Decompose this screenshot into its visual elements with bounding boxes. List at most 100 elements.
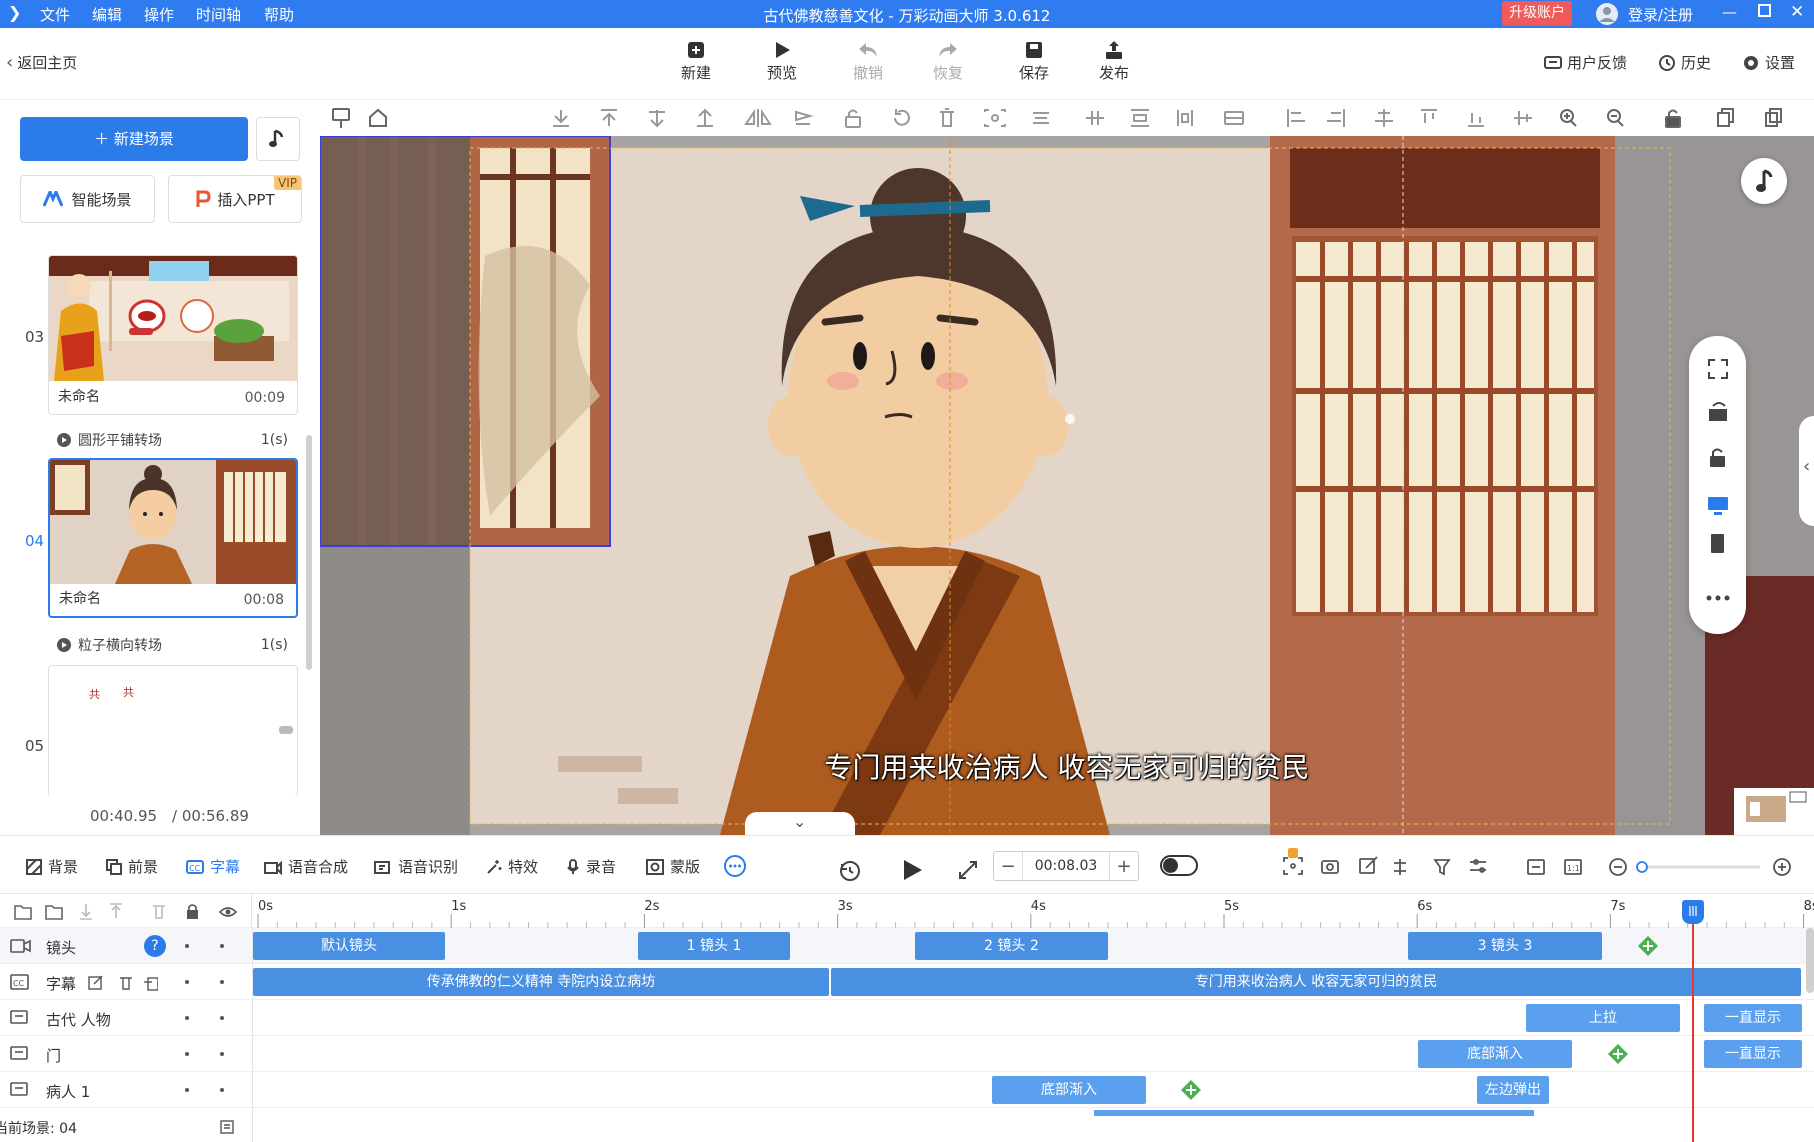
settings-link[interactable]: 设置: [1742, 52, 1795, 73]
new-button[interactable]: 新建: [666, 40, 726, 83]
track-ancient-person[interactable]: 古代 人物 上拉 一直显示: [0, 1000, 1814, 1036]
timeline-clip[interactable]: 底部渐入: [1418, 1040, 1572, 1068]
scene-card-05[interactable]: 共 共: [48, 665, 298, 797]
history-link[interactable]: 历史: [1658, 52, 1711, 73]
add-keyframe-icon: [1181, 1080, 1201, 1100]
tab-foreground[interactable]: 前景: [106, 856, 158, 877]
effects-icon: [487, 859, 502, 874]
tab-mask[interactable]: 蒙版: [646, 856, 700, 877]
play-circle-icon: [57, 638, 71, 652]
timeline-clip[interactable]: [1094, 1110, 1534, 1116]
tab-tts[interactable]: 语音合成: [264, 856, 348, 877]
scene-card-03[interactable]: 未命名 00:09: [48, 255, 298, 415]
playhead-handle[interactable]: [1682, 900, 1704, 924]
back-home-link[interactable]: ‹ 返回主页: [6, 52, 77, 73]
timeline-clip[interactable]: 3 镜头 3: [1408, 932, 1602, 960]
tab-background[interactable]: 背景: [26, 856, 78, 877]
new-scene-button[interactable]: ＋ 新建场景: [20, 117, 248, 161]
minimize-icon[interactable]: —: [1722, 3, 1737, 21]
track-door[interactable]: 门 底部渐入 一直显示: [0, 1036, 1814, 1072]
ruler-tick-label: 3s: [838, 899, 853, 914]
undo-button[interactable]: 撤销: [838, 40, 898, 83]
svg-text:共: 共: [89, 688, 100, 701]
timeline-clip[interactable]: 传承佛教的仁义精神 寺院内设立病坊: [253, 968, 829, 996]
edit-icon: [1359, 856, 1378, 874]
transition-item[interactable]: 粒子横向转场 1(s): [56, 635, 288, 655]
timeline-clip[interactable]: 1 镜头 1: [638, 932, 790, 960]
edit-subtitle-icon: [88, 975, 103, 990]
decrement-button[interactable]: −: [994, 856, 1022, 877]
more-icon: [729, 864, 741, 868]
play-icon: [904, 860, 922, 880]
transition-name: 圆形平铺转场: [78, 433, 162, 449]
tab-record[interactable]: 录音: [566, 856, 616, 877]
tab-effects[interactable]: 特效: [486, 856, 538, 877]
timeline-scrollbar[interactable]: [1806, 928, 1814, 993]
crop-icon: [984, 109, 1006, 127]
user-avatar-icon[interactable]: [1594, 2, 1620, 26]
track-subtitle[interactable]: CC 字幕 传承佛教的仁义精神 寺院内设立病坊 专门用来收治病人 收容无家可归的…: [0, 964, 1814, 1000]
track-patient[interactable]: 病人 1 底部渐入 左边弹出: [0, 1072, 1814, 1108]
replay-button[interactable]: [838, 858, 862, 882]
music-button[interactable]: [256, 117, 300, 161]
stage-canvas[interactable]: 专门用来收治病人 收容无家可归的贫民 ‹ ⌄: [320, 136, 1814, 835]
timeline-clip[interactable]: 上拉: [1526, 1004, 1680, 1032]
redo-button[interactable]: 恢复: [918, 40, 978, 83]
time-ruler[interactable]: 0s 1s 2s 3s 4s 5s 6s 7s 8s: [252, 894, 1814, 928]
smart-scene-button[interactable]: 智能场景: [20, 175, 155, 223]
tab-subtitle[interactable]: CC 字幕: [186, 856, 240, 877]
save-button[interactable]: 保存: [1004, 40, 1064, 83]
preview-button[interactable]: 预览: [752, 40, 812, 83]
settings-label: 设置: [1765, 54, 1796, 72]
maximize-icon[interactable]: [1758, 4, 1772, 18]
track-camera[interactable]: 镜头 ? 默认镜头 1 镜头 1 2 镜头 2 3 镜头 3: [0, 928, 1814, 964]
align-vcenter-icon: [1514, 111, 1532, 125]
upgrade-account-button[interactable]: 升级账户: [1502, 1, 1572, 26]
landscape-icon: [1708, 497, 1728, 515]
align-vtop-icon: [1421, 109, 1437, 123]
current-time-field[interactable]: 00:08.03: [1022, 852, 1110, 880]
canvas-collapse-tab[interactable]: ⌄: [745, 812, 855, 835]
subtitle-track-icon: CC: [10, 974, 29, 990]
play-button[interactable]: [900, 858, 924, 882]
more-tabs-button[interactable]: [724, 855, 746, 877]
time-stepper[interactable]: − 00:08.03 +: [993, 851, 1139, 881]
timeline-clip[interactable]: 一直显示: [1704, 1004, 1802, 1032]
ruler-tick-label: 8s: [1804, 899, 1814, 914]
current-scene-label: 当前场景: 04: [0, 1121, 77, 1137]
tab-tts-label: 语音合成: [288, 858, 349, 876]
help-icon[interactable]: ?: [144, 935, 166, 957]
close-icon[interactable]: ✕: [1790, 2, 1804, 22]
timeline-clip[interactable]: 专门用来收治病人 收容无家可归的贫民: [831, 968, 1801, 996]
bgm-button[interactable]: [1741, 158, 1787, 204]
timeline-clip[interactable]: 一直显示: [1704, 1040, 1802, 1068]
toggle-knob: [1163, 858, 1178, 873]
vip-badge: VIP: [274, 176, 301, 190]
import-subtitle-icon: [144, 977, 158, 991]
subtitle-track-actions: [88, 975, 158, 991]
timeline-clip[interactable]: 底部渐入: [992, 1076, 1146, 1104]
timeline-clip[interactable]: 左边弹出: [1477, 1076, 1549, 1104]
mini-preview[interactable]: [1734, 788, 1814, 835]
login-register-link[interactable]: 登录/注册: [1628, 4, 1693, 25]
fullscreen-button[interactable]: [958, 860, 978, 880]
user-feedback-link[interactable]: 用户反馈: [1544, 52, 1627, 73]
increment-button[interactable]: +: [1110, 856, 1138, 877]
scene-duration: 00:08: [243, 592, 284, 608]
panel-collapse-tab[interactable]: ‹: [1799, 416, 1814, 526]
delete-subtitle-icon: [120, 977, 132, 990]
transition-item[interactable]: 圆形平铺转场 1(s): [56, 430, 288, 450]
publish-button[interactable]: 发布: [1084, 40, 1144, 83]
timeline-clip[interactable]: 2 镜头 2: [915, 932, 1108, 960]
scene-number: 04: [25, 532, 45, 550]
toggle-switch[interactable]: [1160, 855, 1198, 876]
new-icon: [688, 42, 704, 58]
foreground-icon: [106, 858, 122, 875]
scene-card-04[interactable]: 未命名 00:08: [48, 458, 298, 618]
scene-name: 未命名: [58, 389, 100, 405]
insert-ppt-button[interactable]: 插入PPT VIP: [168, 175, 302, 223]
timeline-clip[interactable]: 默认镜头: [253, 932, 445, 960]
move-down-track-icon: [80, 904, 92, 920]
tab-speech-recognition[interactable]: 语音识别: [374, 856, 458, 877]
scene-list-scrollbar[interactable]: [306, 435, 312, 670]
